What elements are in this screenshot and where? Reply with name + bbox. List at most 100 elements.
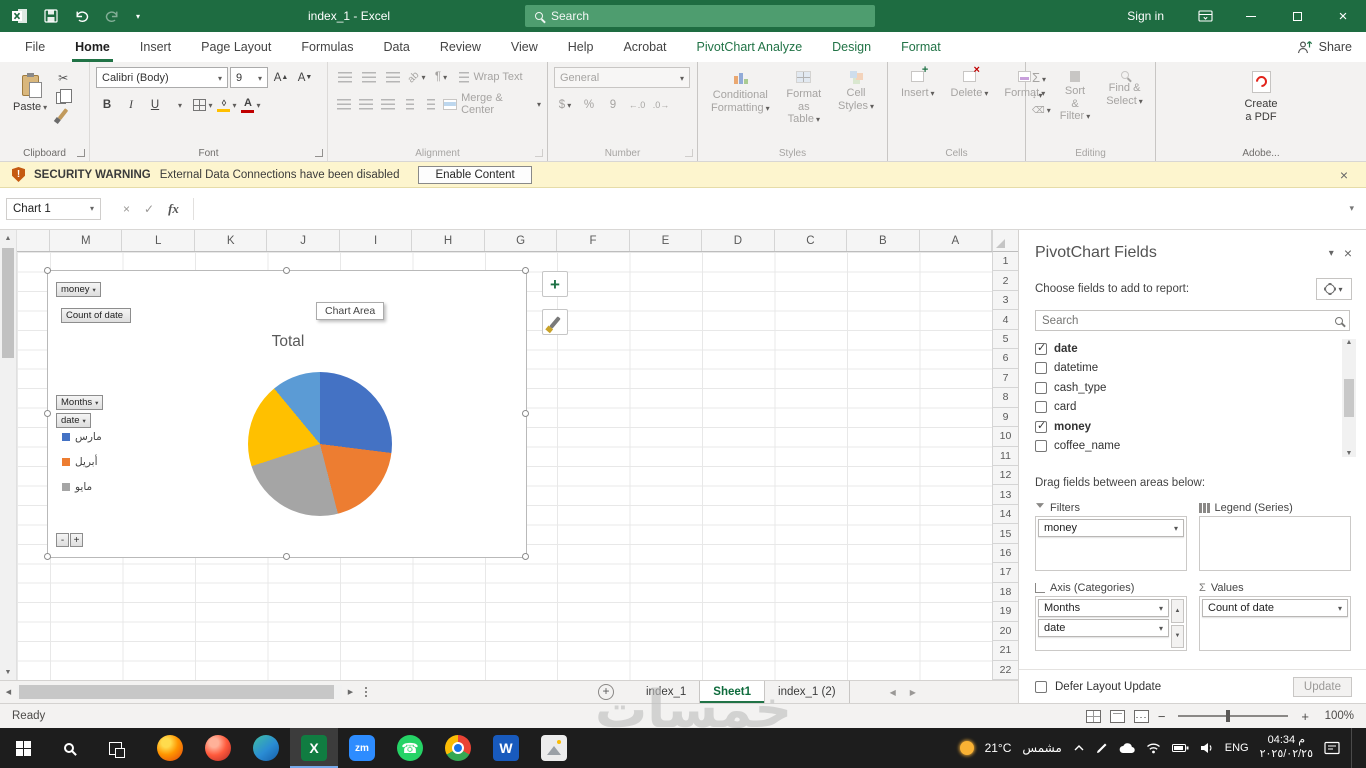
bold-button[interactable]: B [96,95,118,115]
axis-categories-dropzone[interactable]: Months date ▲▼ [1035,596,1187,651]
expand-field-button[interactable]: + [70,533,83,547]
row-header-15[interactable]: 15 [993,524,1018,544]
font-size-combo[interactable]: 9 [230,67,268,88]
select-all-corner[interactable] [992,230,1018,252]
find-select-button[interactable]: Find & Select [1099,67,1150,111]
chart-selection-handle[interactable] [522,267,529,274]
fields-search-input[interactable]: Search [1035,310,1350,331]
chart-selection-handle[interactable] [522,553,529,560]
show-hidden-icons-chevron[interactable] [1073,744,1085,752]
align-top-icon[interactable] [334,67,356,87]
vertical-scroll-thumb[interactable] [2,248,14,358]
zoom-slider[interactable] [1178,710,1289,722]
align-left-icon[interactable] [334,94,354,114]
create-pdf-button[interactable]: Create a PDF [1162,67,1360,127]
field-checkbox-money[interactable] [1035,419,1047,433]
column-header-l[interactable]: L [122,230,195,251]
column-header-k[interactable]: K [195,230,268,251]
task-view-button[interactable] [92,728,138,768]
chart-axis-field-button-months[interactable]: Months [56,395,104,410]
row-header-7[interactable]: 7 [993,369,1018,389]
wrap-text-button[interactable]: Wrap Text [454,67,528,87]
row-header-11[interactable]: 11 [993,447,1018,466]
column-header-a[interactable]: A [920,230,993,251]
area-chip-money[interactable]: money [1038,519,1184,537]
fill-color-button[interactable]: ◊ [216,95,238,115]
values-dropzone[interactable]: Count of date [1199,596,1351,651]
row-header-20[interactable]: 20 [993,622,1018,642]
column-header-f[interactable]: F [557,230,630,251]
clear-icon[interactable]: ⌫ [1032,105,1051,116]
zoom-slider-thumb[interactable] [1226,710,1231,722]
pane-options-caret-icon[interactable]: ▾ [1319,248,1344,259]
hscroll-right-icon[interactable]: ▶ [342,681,359,703]
column-header-b[interactable]: B [847,230,920,251]
chart-title[interactable]: Total [48,333,528,351]
chart-selection-handle[interactable] [522,410,529,417]
decrease-font-icon[interactable]: A ▼ [294,68,316,88]
share-button[interactable]: Share [1297,32,1352,62]
taskbar-app-whatsapp[interactable]: ☎ [386,728,434,768]
chart-styles-button[interactable] [542,309,568,335]
align-middle-icon[interactable] [358,67,380,87]
field-row-money[interactable]: money [1035,417,1350,437]
percent-style-button[interactable]: % [578,95,600,115]
field-checkbox-date[interactable] [1035,341,1047,355]
area-chip-months[interactable]: Months [1038,599,1169,617]
ribbon-tab-format[interactable]: Format [886,32,956,62]
ribbon-tab-pivotchart-analyze[interactable]: PivotChart Analyze [682,32,818,62]
number-format-combo[interactable]: General [554,67,690,88]
area-chip-count-of-date[interactable]: Count of date [1202,599,1348,617]
taskbar-app-zoom[interactable]: zm [338,728,386,768]
weather-condition[interactable]: مشمس [1022,741,1061,755]
tab-nav-right-icon[interactable]: ▶ [910,688,916,697]
row-header-19[interactable]: 19 [993,602,1018,622]
row-header-5[interactable]: 5 [993,330,1018,350]
ribbon-tab-insert[interactable]: Insert [125,32,186,62]
chart-selection-handle[interactable] [283,267,290,274]
zoom-in-button[interactable]: + [1301,709,1309,724]
row-header-22[interactable]: 22 [993,661,1018,680]
normal-view-button[interactable] [1085,709,1101,723]
borders-button[interactable] [192,95,214,115]
enter-formula-icon[interactable]: ✓ [144,202,154,216]
save-icon[interactable] [44,9,58,23]
align-center-icon[interactable] [356,94,376,114]
merge-center-button[interactable]: Merge & Center [443,92,541,116]
cancel-formula-icon[interactable]: × [123,202,130,216]
align-bottom-icon[interactable] [382,67,404,87]
column-header-h[interactable]: H [412,230,485,251]
field-list-scroll-thumb[interactable] [1344,379,1354,417]
conditional-formatting-button[interactable]: Conditional Formatting [704,67,777,118]
alignment-dialog-launcher-icon[interactable] [535,149,543,157]
sheet-tab-index-1[interactable]: index_1 [633,681,701,703]
delete-cells-button[interactable]: Delete [944,64,996,103]
ribbon-tab-view[interactable]: View [496,32,553,62]
format-painter-icon[interactable] [58,108,69,120]
row-header-10[interactable]: 10 [993,427,1018,447]
horizontal-scrollbar[interactable] [17,685,342,699]
taskbar-app-edge[interactable] [242,728,290,768]
orientation-button[interactable]: ab [406,67,428,87]
accounting-format-button[interactable]: $ [554,95,576,115]
comma-style-button[interactable]: 9 [602,95,624,115]
insert-cells-button[interactable]: Insert [894,64,942,103]
tab-nav-left-icon[interactable]: ◀ [890,688,896,697]
row-header-8[interactable]: 8 [993,388,1018,408]
maximize-button[interactable] [1274,0,1320,32]
taskbar-search-button[interactable] [46,728,92,768]
sort-filter-button[interactable]: Sort & Filter [1053,67,1097,127]
weather-temperature[interactable]: 21°C [985,741,1012,755]
formula-input[interactable] [192,197,1344,220]
chart-axis-field-button-date[interactable]: date [56,413,91,428]
action-center-icon[interactable] [1324,741,1340,755]
taskbar-app-excel[interactable]: X [290,728,338,768]
ribbon-tab-data[interactable]: Data [368,32,424,62]
field-checkbox-cash_type[interactable] [1035,381,1047,394]
row-header-17[interactable]: 17 [993,563,1018,583]
fill-icon[interactable]: ↓ [1032,90,1051,100]
chart-selection-handle[interactable] [283,553,290,560]
ribbon-tab-acrobat[interactable]: Acrobat [608,32,681,62]
customize-qat-caret-icon[interactable]: ▾ [136,12,140,21]
increase-indent-icon[interactable] [422,94,442,114]
